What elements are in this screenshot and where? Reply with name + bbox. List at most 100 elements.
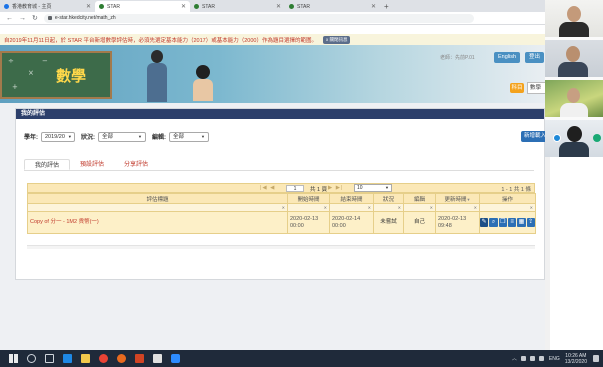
battery-icon[interactable] [538,356,544,361]
clear-filter-icon[interactable]: ✕ [474,205,477,210]
network-icon[interactable] [520,356,526,361]
tab-title: STAR [297,3,310,10]
column-header-end[interactable]: 結束時間 [329,193,374,204]
zoom-app-icon[interactable] [171,354,180,363]
english-button[interactable]: English [494,52,521,63]
video-tile[interactable] [545,120,603,157]
windows-start-icon[interactable] [9,354,18,363]
camera-icon[interactable] [553,134,561,142]
search-icon[interactable] [27,354,36,363]
page-size-select[interactable]: 10 ▼ [354,184,392,192]
clock-time: 10:26 AM [565,352,587,359]
assessment-title-link[interactable]: Copy of 分一 - 1M2 貨幣(一) [27,211,288,234]
file-explorer-icon[interactable] [81,354,90,363]
chevron-down-icon: ▼ [201,133,205,139]
status-text: 未嘗試 [373,211,404,234]
clear-filter-icon[interactable]: ✕ [530,205,533,210]
volume-icon[interactable] [529,356,535,361]
clear-filter-icon[interactable]: ✕ [324,205,327,210]
page-number-input[interactable]: 1 [286,185,304,192]
status-select[interactable]: 全部 ▼ [98,131,146,142]
year-label: 學年: [24,135,38,141]
chalk-decoration-icon: ÷ [8,57,14,65]
list-icon[interactable]: ≡ [508,218,517,227]
close-icon[interactable]: ✕ [86,3,91,10]
media-app-icon[interactable] [153,354,162,363]
close-icon[interactable]: ✕ [371,3,376,10]
filter-cell[interactable]: ✕ [329,203,374,212]
clear-filter-icon[interactable]: ✕ [398,205,401,210]
chevron-down-icon: ▼ [138,133,142,139]
edit-icon[interactable]: ✎ [480,218,489,227]
search-icon[interactable]: ⌕ [489,218,498,227]
tab-my-assessments[interactable]: 我的評估 [24,159,71,170]
forward-icon[interactable]: → [19,15,26,22]
back-icon[interactable]: ← [6,15,13,22]
next-last-page-icons[interactable]: ▶ ▶| [328,185,343,191]
tab-default-assessments[interactable]: 預設評估 [70,159,114,170]
browser-tab-bar: 香港教育城 - 主頁 ✕ STAR ✕ STAR ✕ STAR ✕ + [0,0,545,12]
subject-select[interactable]: 數學 [527,82,545,94]
notice-text: 自2019年11月11日起，於 STAR 平台新增數學評估時，必須先選定基本能力… [4,37,317,44]
end-time: 2020-02-14 00:00 [329,211,374,234]
reload-icon[interactable]: ↻ [32,14,38,22]
browser-tab-edcity[interactable]: 香港教育城 - 主頁 ✕ [0,1,95,12]
share-icon[interactable]: ⇪ [526,218,535,227]
filter-cell[interactable]: ✕ [479,203,536,212]
video-tile[interactable] [545,0,603,37]
new-assessment-button[interactable]: 新增載入評估 [521,131,545,142]
mic-icon[interactable] [593,134,601,142]
browser-tab-star-3[interactable]: STAR ✕ [285,1,380,12]
close-icon[interactable]: ✕ [181,3,186,10]
clear-filter-icon[interactable]: ✕ [282,205,285,210]
first-prev-page-icons[interactable]: |◀ ◀ [260,185,275,191]
close-icon[interactable]: ✕ [276,3,281,10]
table-filter-row: ✕ ✕ ✕ ✕ ✕ ✕ ✕ [27,203,536,212]
column-header-status[interactable]: 狀況 [373,193,404,204]
editor-select[interactable]: 全部 ▼ [169,131,209,142]
filter-cell[interactable]: ✕ [287,203,330,212]
system-tray: ︿ ENG 10:26 AM 13/2/2020 [512,352,599,365]
column-header-title[interactable]: 評估標題 [27,193,288,204]
pagination-bar: |◀ ◀ 1 共 1 頁 ▶ ▶| 10 ▼ 1 - 1 共 1 條 [27,183,535,193]
filter-cell[interactable]: ✕ [373,203,404,212]
star-favicon-icon [99,4,104,9]
editor-text: 自己 [403,211,436,234]
notification-icon[interactable] [593,355,599,362]
edge-browser-icon[interactable] [63,354,72,363]
task-view-icon[interactable] [45,354,54,363]
table-horizontal-scrollbar[interactable] [27,245,535,249]
column-header-start[interactable]: 開始時間 [287,193,330,204]
logout-button[interactable]: 登出 [525,52,545,63]
filter-cell[interactable]: ✕ [435,203,480,212]
browser-tab-star-active[interactable]: STAR ✕ [95,1,190,12]
powerpoint-icon[interactable] [135,354,144,363]
clear-filter-icon[interactable]: ✕ [430,205,433,210]
student-illustration [192,65,214,101]
clear-filter-icon[interactable]: ✕ [368,205,371,210]
chalk-decoration-icon: × [28,69,34,77]
input-language[interactable]: ENG [549,356,560,362]
clock[interactable]: 10:26 AM 13/2/2020 [565,353,587,365]
tab-title: STAR [107,3,120,10]
video-tile[interactable] [545,80,603,117]
firefox-browser-icon[interactable] [117,354,126,363]
chevron-down-icon: ▼ [385,185,389,190]
lock-icon [47,16,52,20]
chrome-browser-icon[interactable] [99,354,108,363]
tab-shared-assessments[interactable]: 分享評估 [114,159,158,170]
column-header-updated[interactable]: 更新時間▼ [435,193,480,204]
video-tile[interactable] [545,40,603,77]
new-tab-button[interactable]: + [384,1,389,12]
filter-cell[interactable]: ✕ [403,203,436,212]
chevron-up-icon[interactable]: ︿ [512,355,517,362]
url-input[interactable]: e-star.hkedcity.net/math_zh [43,13,474,23]
close-notice-button[interactable]: x 關閉訊息 [322,35,351,44]
table-header-row: 評估標題 開始時間 結束時間 狀況 編輯 更新時間▼ 操作 [27,193,536,204]
column-header-editor[interactable]: 編輯 [403,193,436,204]
browser-tab-star-2[interactable]: STAR ✕ [190,1,285,12]
copy-icon[interactable]: ❐ [498,218,507,227]
year-select[interactable]: 2019/20 ▼ [41,131,75,142]
grid-icon[interactable]: ▦ [517,218,526,227]
filter-cell[interactable]: ✕ [27,203,288,212]
